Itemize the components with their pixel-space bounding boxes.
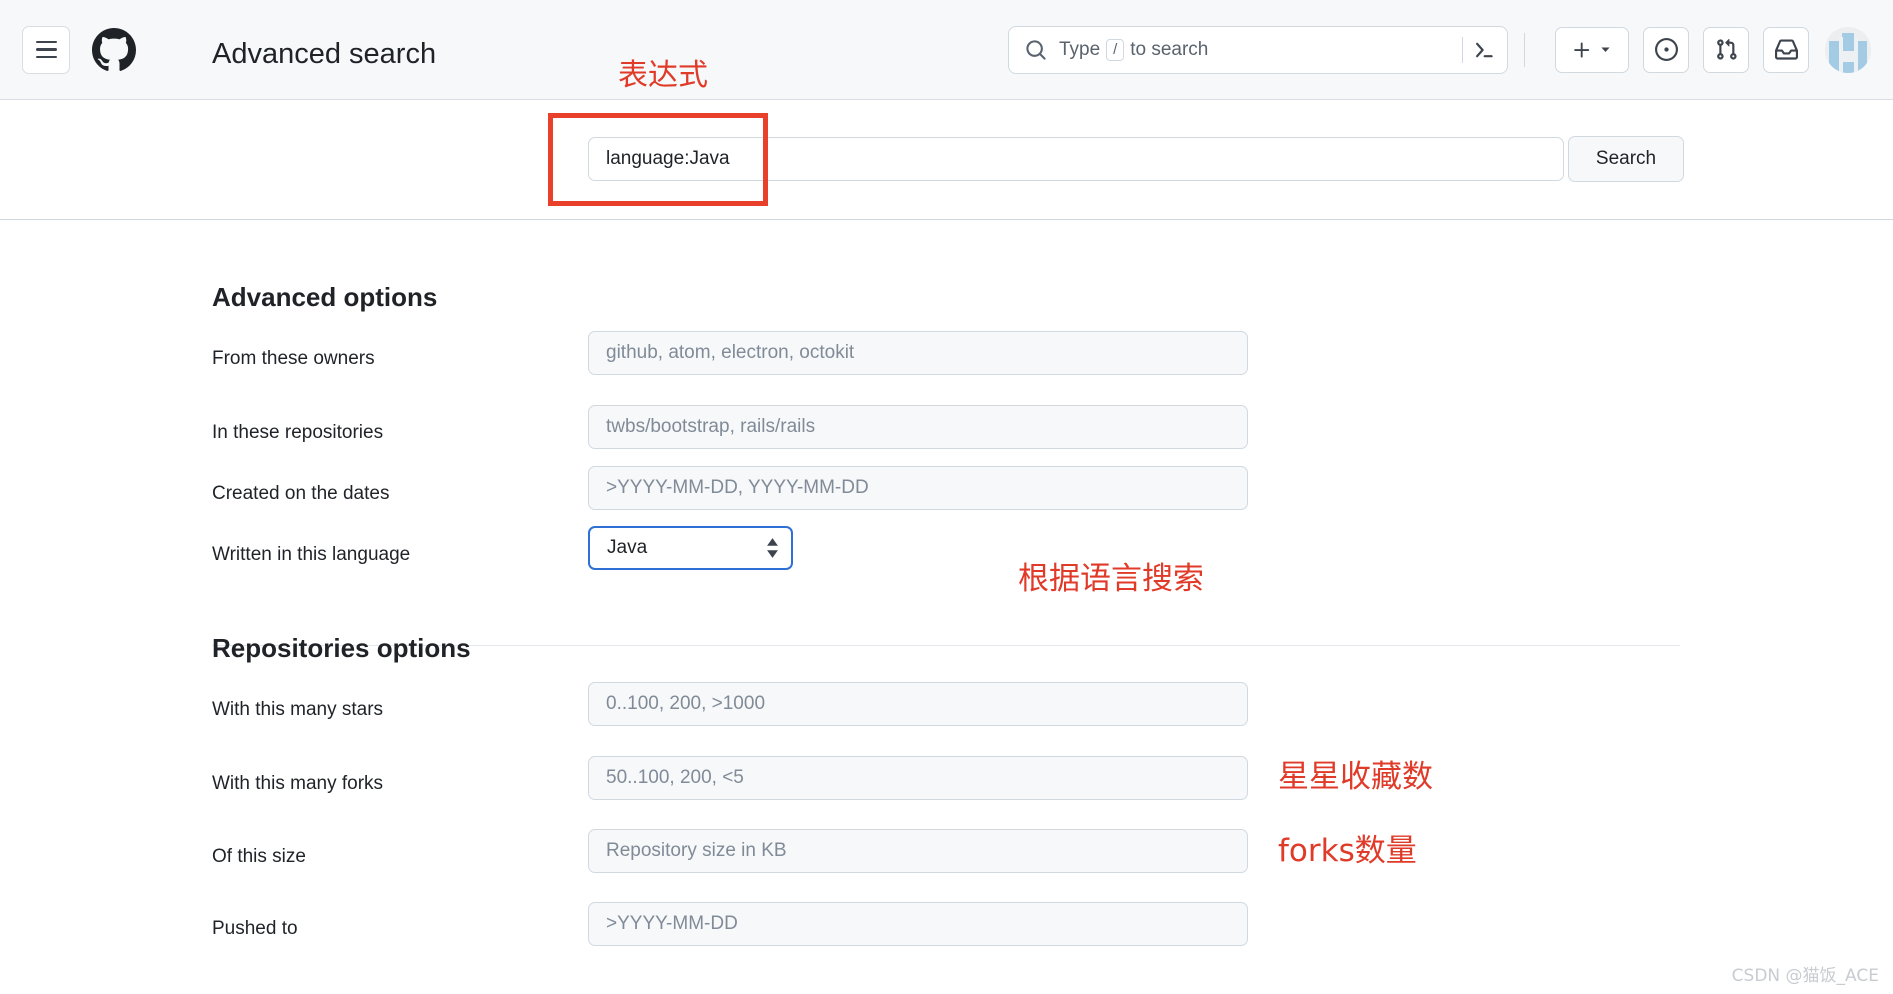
search-divider (1462, 36, 1463, 63)
hamburger-bar (35, 55, 57, 59)
avatar[interactable] (1825, 26, 1871, 73)
issue-opened-icon (1654, 38, 1678, 61)
language-select[interactable]: Java (588, 526, 793, 570)
field-input-with-this-many-stars[interactable]: 0..100, 200, >1000 (588, 682, 1248, 726)
page-title: Advanced search (212, 38, 437, 70)
select-caret-icon (766, 538, 779, 558)
field-label-with-this-many-forks: With this many forks (212, 773, 384, 794)
csdn-watermark: CSDN @猫饭_ACE (1731, 966, 1879, 986)
github-advanced-search-page: Type / to search Advanced search languag… (0, 0, 1893, 994)
field-label-from-these-owners: From these owners (212, 348, 375, 369)
search-placeholder-prefix: Type (1059, 38, 1101, 60)
field-input-with-this-many-forks[interactable]: 50..100, 200, <5 (588, 756, 1248, 800)
github-logo-icon[interactable] (90, 26, 138, 74)
search-icon (1025, 39, 1047, 61)
header-separator (1524, 32, 1525, 67)
field-label-of-this-size: Of this size (212, 846, 306, 867)
issues-button[interactable] (1643, 26, 1689, 73)
field-label-pushed-to: Pushed to (212, 918, 298, 939)
create-new-button[interactable] (1555, 26, 1629, 73)
annotation-language-search: 根据语言搜索 (1018, 561, 1204, 597)
chevron-down-icon (1601, 47, 1610, 52)
annotation-stars-count: 星星收藏数 (1278, 759, 1433, 795)
avatar-image (1825, 26, 1871, 73)
search-submit-button[interactable]: Search (1568, 136, 1684, 182)
notifications-button[interactable] (1763, 26, 1809, 73)
plus-icon (1574, 42, 1590, 57)
search-query-input[interactable]: language:Java (588, 137, 1564, 181)
field-input-of-this-size[interactable]: Repository size in KB (588, 829, 1248, 873)
annotation-forks-count: forks数量 (1278, 833, 1417, 869)
field-label-created-on-the-dates: Created on the dates (212, 483, 390, 504)
hamburger-menu-button[interactable] (22, 25, 70, 74)
field-label-written-in-this-language: Written in this language (212, 544, 411, 565)
hamburger-bar (35, 48, 57, 51)
language-select-value: Java (607, 537, 648, 558)
command-palette-icon[interactable] (1473, 39, 1495, 61)
git-pull-request-icon (1716, 38, 1737, 60)
global-search-input[interactable]: Type / to search (1008, 25, 1508, 74)
section-title-repositories-options: Repositories options (212, 633, 471, 663)
field-label-with-this-many-stars: With this many stars (212, 699, 384, 720)
field-input-created-on-the-dates[interactable]: >YYYY-MM-DD, YYYY-MM-DD (588, 466, 1248, 510)
global-search-placeholder: Type / to search (1059, 38, 1458, 61)
pull-requests-button[interactable] (1703, 26, 1749, 73)
field-label-in-these-repositories: In these repositories (212, 422, 384, 443)
field-input-from-these-owners[interactable]: github, atom, electron, octokit (588, 331, 1248, 375)
search-placeholder-suffix: to search (1130, 38, 1209, 60)
slash-key-badge: / (1106, 38, 1125, 61)
field-input-pushed-to[interactable]: >YYYY-MM-DD (588, 902, 1248, 946)
field-input-in-these-repositories[interactable]: twbs/bootstrap, rails/rails (588, 405, 1248, 449)
inbox-icon (1774, 39, 1798, 60)
hamburger-bar (35, 40, 57, 44)
section-title-advanced-options: Advanced options (212, 282, 438, 312)
advanced-search-form: Advanced options From these owners githu… (0, 221, 1893, 994)
annotation-expression: 表达式 (618, 58, 708, 93)
